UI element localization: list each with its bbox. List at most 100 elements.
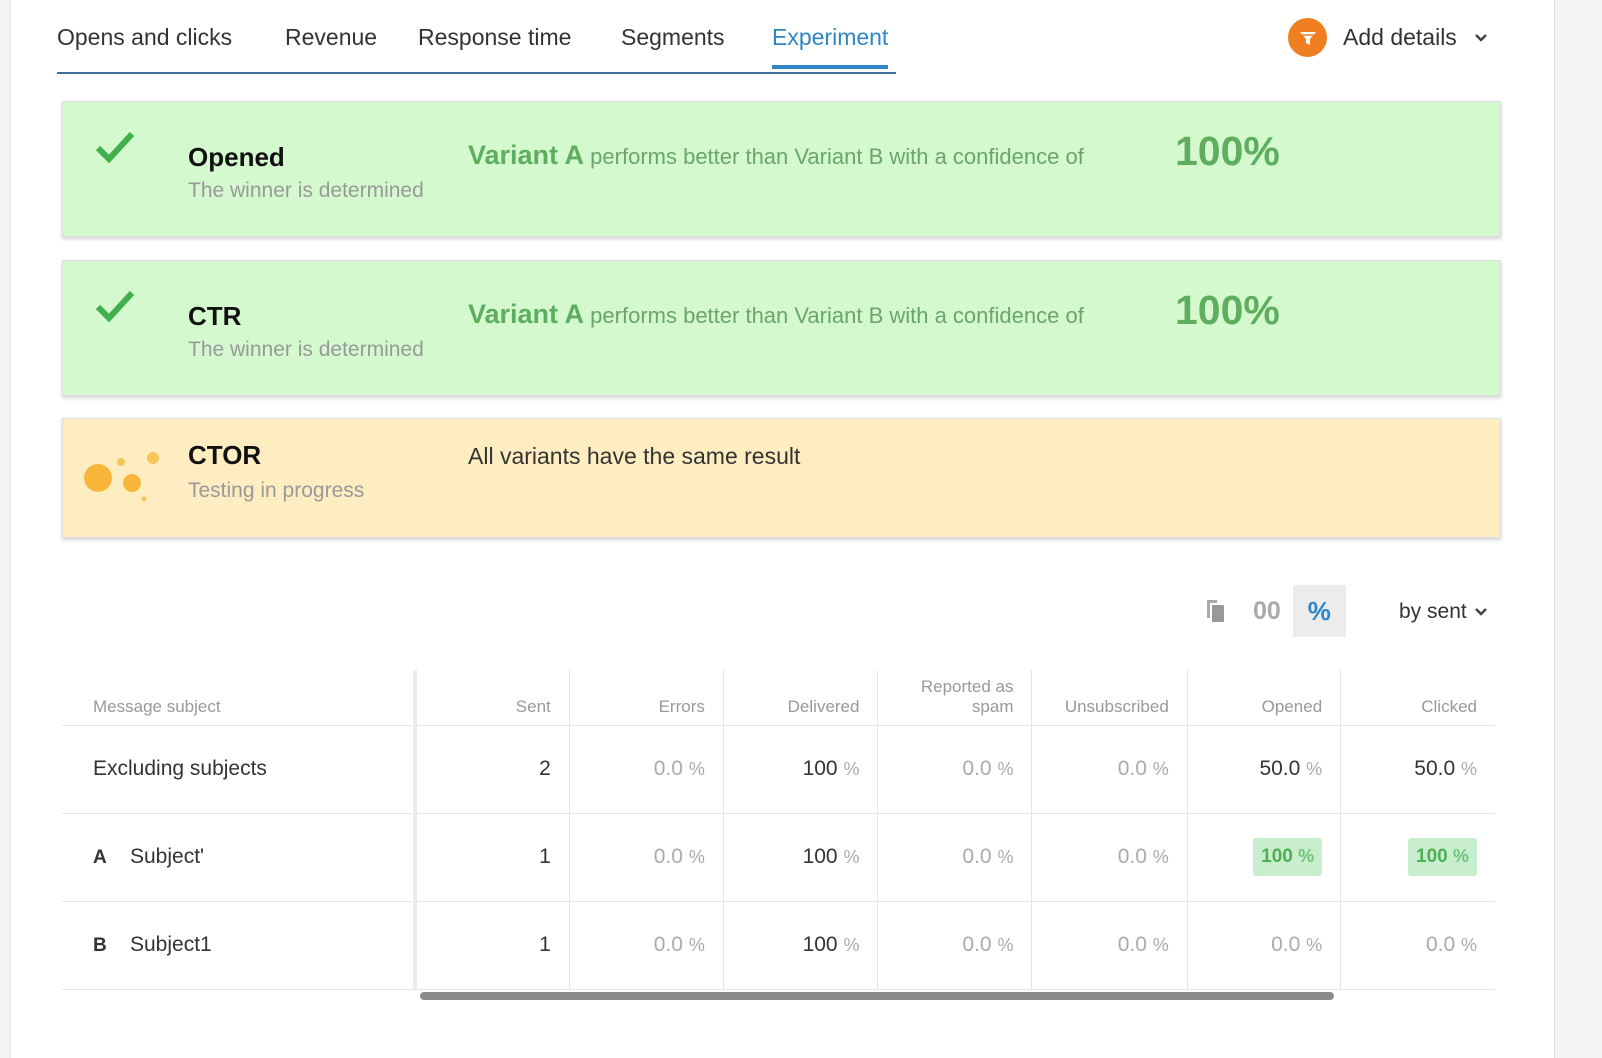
clicked-cell: 50.0 % [1340, 725, 1495, 814]
subject-cell: Excluding subjects [62, 725, 418, 814]
spam-cell: 0.0 % [877, 901, 1032, 990]
delivered-cell: 100 % [722, 901, 878, 990]
result-message: Variant A performs better than Variant B… [468, 299, 1084, 330]
value: 0.0 [653, 845, 683, 868]
subject-cell: B Subject1 [62, 901, 418, 990]
result-card-opened: Opened The winner is determined Variant … [62, 101, 1501, 237]
value: 100 [1416, 846, 1448, 867]
add-details-label: Add details [1343, 24, 1457, 50]
unit: % [688, 935, 705, 955]
col-reported-spam[interactable]: Reported as spam [877, 670, 1032, 726]
message-text: performs better than Variant B with a co… [590, 303, 1084, 328]
result-message: All variants have the same result [468, 443, 801, 469]
tab-opens-and-clicks[interactable]: Opens and clicks [57, 24, 232, 51]
col-opened[interactable]: Opened [1186, 670, 1341, 726]
unit: % [997, 759, 1014, 779]
table-row: Excluding subjects 2 0.0 % 100 % 0.0 % 0.0 % 5… [62, 725, 1495, 814]
opened-cell: 100 % [1186, 813, 1341, 902]
result-card-ctor: CTOR Testing in progress All variants ha… [62, 418, 1501, 538]
unit: % [843, 847, 860, 867]
sort-label: by sent [1399, 600, 1467, 623]
col-delivered[interactable]: Delivered [722, 670, 878, 726]
subject-text: Subject' [130, 845, 205, 868]
unit: % [1306, 935, 1323, 955]
value: 0.0 [962, 845, 992, 868]
col-clicked[interactable]: Clicked [1340, 670, 1495, 726]
unit: % [1152, 759, 1169, 779]
unit: % [1460, 935, 1477, 955]
subject-text: Subject1 [130, 933, 212, 956]
add-details-button[interactable]: Add details [1288, 18, 1489, 57]
percent-toggle[interactable]: % [1292, 585, 1346, 637]
sort-dropdown[interactable]: by sent [1399, 600, 1489, 624]
col-sent[interactable]: Sent [414, 670, 570, 726]
metric-status: The winner is determined [188, 179, 424, 202]
confidence-value: 100% [1175, 128, 1280, 174]
table-row: B Subject1 1 0.0 % 100 % 0.0 % 0.0 % 0.0 % 0.0 % [62, 901, 1495, 990]
progress-bubbles-icon [84, 452, 159, 502]
unsub-cell: 0.0 % [1031, 725, 1188, 814]
tab-response-time[interactable]: Response time [418, 24, 571, 51]
message-text: performs better than Variant B with a co… [590, 144, 1084, 169]
errors-cell: 0.0 % [568, 901, 724, 990]
variant-letter: A [93, 847, 107, 868]
value: 0.0 [1425, 933, 1456, 956]
value: 0.0 [1117, 933, 1147, 956]
spam-cell: 0.0 % [877, 725, 1032, 814]
metric-name: CTR [188, 301, 242, 331]
winner-variant: Variant A [468, 299, 585, 329]
results-table: Message subject Sent Errors Delivered Re… [62, 670, 1495, 990]
value: 50.0 [1414, 757, 1456, 780]
opened-cell: 0.0 % [1186, 901, 1341, 990]
value: 100 [802, 933, 838, 956]
unit: % [688, 847, 705, 867]
winner-highlight: 100 % [1408, 838, 1477, 876]
value: 100 [1261, 846, 1293, 867]
value: 0.0 [1271, 933, 1301, 956]
tab-experiment[interactable]: Experiment [772, 24, 889, 69]
sent-cell: 1 [414, 901, 570, 990]
result-message: Variant A performs better than Variant B… [468, 140, 1084, 171]
unit: % [843, 935, 860, 955]
absolute-values-toggle[interactable]: 00 [1253, 597, 1281, 626]
sent-cell: 2 [414, 725, 570, 814]
col-message-subject[interactable]: Message subject [62, 670, 418, 726]
unit: % [1306, 759, 1323, 779]
value: 100 [802, 757, 838, 780]
value: 0.0 [1117, 757, 1147, 780]
horizontal-scrollbar[interactable] [420, 992, 1334, 1000]
value: 0.0 [653, 933, 683, 956]
unit: % [997, 935, 1014, 955]
clicked-cell: 0.0 % [1340, 901, 1495, 990]
metric-name: CTOR [188, 440, 262, 470]
subject-text: Excluding subjects [93, 757, 267, 780]
confidence-value: 100% [1175, 287, 1280, 333]
col-errors[interactable]: Errors [568, 670, 724, 726]
copy-icon[interactable] [1205, 598, 1227, 624]
value: 50.0 [1259, 757, 1301, 780]
tab-revenue[interactable]: Revenue [285, 24, 377, 51]
metric-status: The winner is determined [188, 338, 424, 361]
winner-variant: Variant A [468, 140, 585, 170]
unsub-cell: 0.0 % [1031, 901, 1188, 990]
value: 100 [802, 845, 838, 868]
unit: % [688, 759, 705, 779]
sent-cell: 1 [414, 813, 570, 902]
opened-cell: 50.0 % [1186, 725, 1341, 814]
chevron-down-icon [1474, 33, 1487, 42]
metric-name: Opened [188, 142, 285, 172]
tab-segments[interactable]: Segments [621, 24, 725, 51]
result-card-ctr: CTR The winner is determined Variant A p… [62, 260, 1501, 396]
view-toolbar: 00 % [1205, 585, 1346, 637]
check-icon [95, 131, 135, 164]
unit: % [1152, 847, 1169, 867]
unit: % [1460, 759, 1477, 779]
unit: % [843, 759, 860, 779]
chevron-down-icon [1474, 608, 1487, 616]
subject-cell: A Subject' [62, 813, 418, 902]
unit: % [1452, 846, 1469, 866]
value: 0.0 [1117, 845, 1147, 868]
value: 0.0 [653, 757, 683, 780]
col-unsubscribed[interactable]: Unsubscribed [1031, 670, 1188, 726]
unit: % [1152, 935, 1169, 955]
